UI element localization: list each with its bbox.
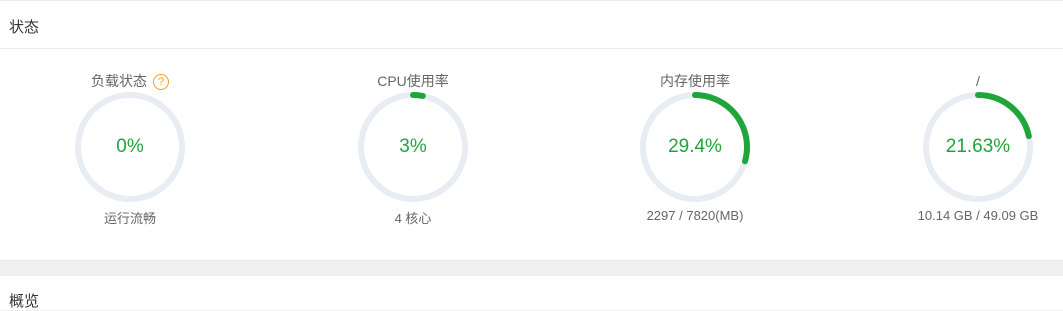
metric-label-cpu: CPU使用率 [377, 73, 449, 89]
status-section-title: 状态 [9, 19, 40, 36]
status-panel: 状态 负载状态? 0% 运行流畅 CPU使用率 3% 4 核心 内存使用率 29… [0, 0, 1063, 261]
load-label-text: 负载状态 [91, 73, 147, 89]
cpu-gauge-value: 3% [399, 136, 427, 157]
overview-panel: 概览 [0, 276, 1063, 310]
disk-usage-text: 10.14 GB / 49.09 GB [917, 208, 1039, 223]
memory-usage-text: 2297 / 7820(MB) [646, 208, 744, 223]
disk-gauge[interactable]: 21.63% [923, 92, 1033, 202]
cpu-cores-text: 4 核心 [394, 211, 432, 226]
top-divider [0, 0, 1063, 1]
disk-usage-metric: / 21.63% 10.14 GB / 49.09 GB [868, 72, 1063, 223]
memory-usage-metric: 内存使用率 29.4% 2297 / 7820(MB) [585, 72, 805, 223]
load-gauge[interactable]: 0% [75, 92, 185, 202]
metric-label-memory: 内存使用率 [660, 73, 730, 89]
metric-label-disk: / [976, 73, 980, 89]
cpu-gauge[interactable]: 3% [358, 92, 468, 202]
overview-section-title: 概览 [9, 293, 40, 310]
memory-gauge[interactable]: 29.4% [640, 92, 750, 202]
load-gauge-value: 0% [116, 136, 144, 157]
memory-gauge-value: 29.4% [668, 136, 722, 157]
cpu-usage-metric: CPU使用率 3% 4 核心 [303, 72, 523, 227]
load-status-text: 运行流畅 [103, 211, 156, 226]
question-circle-icon[interactable]: ? [153, 74, 169, 91]
section-divider [0, 48, 1063, 49]
load-status-metric: 负载状态? 0% 运行流畅 [20, 72, 240, 227]
disk-gauge-value: 21.63% [945, 136, 1011, 157]
metric-label-load: 负载状态? [20, 72, 240, 91]
